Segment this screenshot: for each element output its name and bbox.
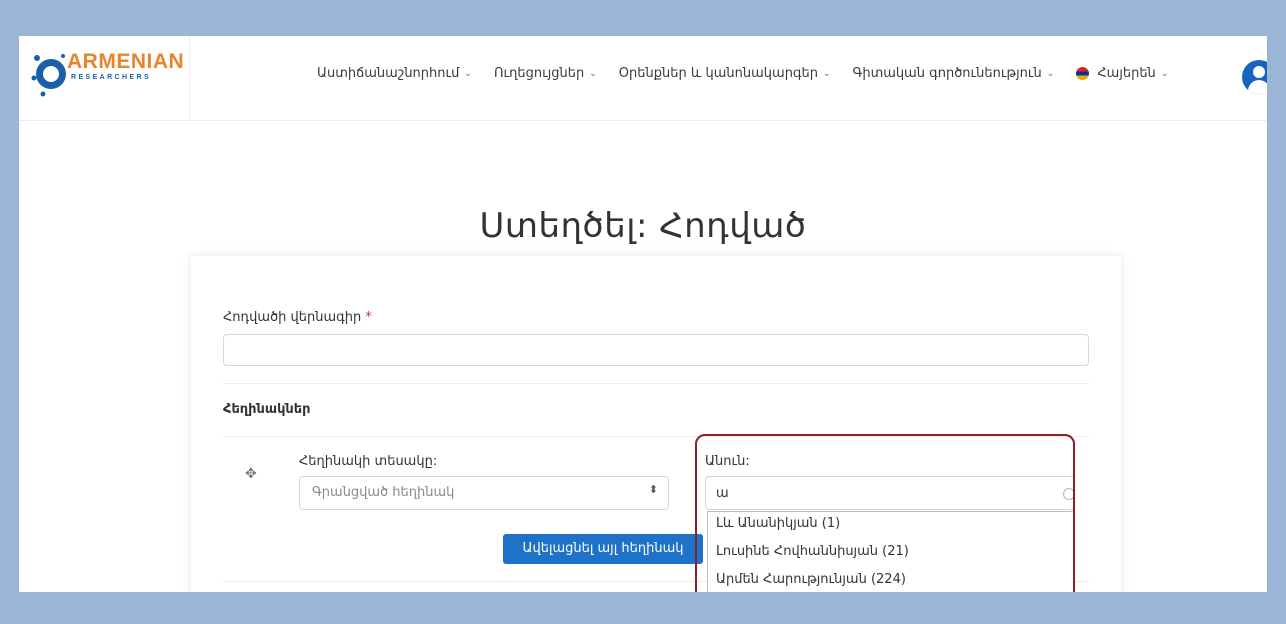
section-divider: [223, 383, 1089, 384]
chevron-down-icon: ⌄: [464, 68, 472, 79]
armenia-flag-icon: [1076, 67, 1090, 80]
move-icon[interactable]: ✥: [245, 466, 257, 482]
chevron-down-icon: ⌄: [589, 68, 597, 79]
site-header: ARMENIAN RESEARCHERS Աստիճանաշնորհում ⌄ …: [19, 36, 1267, 121]
add-author-button[interactable]: Ավելացնել այլ հեղինակ: [503, 534, 703, 564]
highlight-box: [695, 434, 1075, 592]
nav-item-label: Գիտական գործունեություն: [852, 66, 1042, 81]
chevron-down-icon: ⌄: [1160, 68, 1169, 79]
author-type-select[interactable]: Գրանցված հեղինակ ⬍: [299, 476, 669, 510]
author-type-value: Գրանցված հեղինակ: [312, 485, 455, 500]
language-label: Հայերեն: [1097, 66, 1156, 81]
required-mark: *: [365, 310, 372, 325]
user-avatar-head: [1253, 66, 1265, 78]
nav-item-label: Օրենքներ և կանոնակարգեր: [618, 66, 818, 81]
language-switcher[interactable]: Հայերեն ⌄: [1076, 66, 1168, 81]
user-avatar-body: [1248, 80, 1267, 94]
title-field-label: Հոդվածի վերնագիր *: [223, 310, 372, 325]
chevron-down-icon: ⌄: [1046, 68, 1055, 79]
chevron-down-icon: ⌄: [822, 68, 831, 79]
logo-tagline: RESEARCHERS: [71, 74, 152, 81]
authors-section-title: Հեղինակներ: [223, 402, 311, 417]
page-title: Ստեղծել: Հոդված: [479, 206, 807, 246]
nav-item-scientific-activity[interactable]: Գիտական գործունեություն ⌄: [853, 66, 1055, 81]
nav-item-label: Ուղեցույցներ: [493, 66, 585, 81]
nav-item-degrees[interactable]: Աստիճանաշնորհում ⌄: [317, 66, 472, 81]
nav-item-label: Աստիճանաշնորհում: [317, 66, 460, 81]
browser-viewport: ARMENIAN RESEARCHERS Աստիճանաշնորհում ⌄ …: [19, 36, 1267, 592]
nav-item-laws[interactable]: Օրենքներ և կանոնակարգեր ⌄: [619, 66, 831, 81]
main-nav: Աստիճանաշնորհում ⌄ Ուղեցույցներ ⌄ Օրենքն…: [317, 66, 1190, 81]
updown-arrows-icon: ⬍: [648, 483, 658, 496]
nav-item-guides[interactable]: Ուղեցույցներ ⌄: [494, 66, 597, 81]
user-avatar-icon[interactable]: [1242, 60, 1267, 94]
author-type-label: Հեղինակի տեսակը:: [299, 454, 438, 469]
logo-wordmark: ARMENIAN: [67, 50, 185, 73]
site-logo[interactable]: ARMENIAN RESEARCHERS: [19, 36, 190, 120]
title-input[interactable]: [223, 334, 1089, 366]
title-label-text: Հոդվածի վերնագիր: [223, 310, 362, 325]
